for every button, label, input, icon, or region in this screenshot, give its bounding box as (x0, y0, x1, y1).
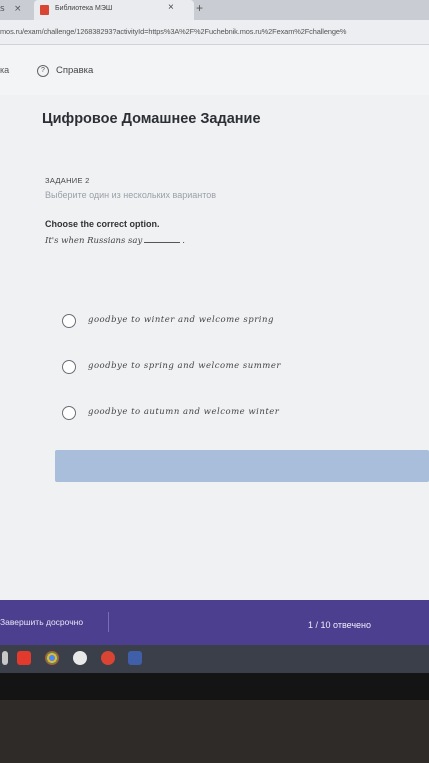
page-content: ка ? Справка Цифровое Домашнее Задание З… (0, 45, 429, 600)
url-text[interactable]: mos.ru/exam/challenge/126838293?activity… (0, 27, 346, 36)
tab-title: Библиотека МЭШ (55, 5, 113, 12)
option-label[interactable]: goodbye to spring and welcome summer (88, 361, 281, 371)
answer-option-2[interactable]: goodbye to spring and welcome summer (62, 359, 362, 375)
help-link[interactable]: Справка (56, 65, 93, 76)
screen-photo: s × Библиотека МЭШ × + mos.ru/exam/chall… (0, 0, 429, 763)
browser-tab-bar: s × Библиотека МЭШ × + (0, 0, 429, 20)
active-tab[interactable]: Библиотека МЭШ × (34, 0, 194, 20)
taskbar-edge-icon[interactable] (2, 651, 8, 665)
yandex-app-icon[interactable] (73, 651, 87, 665)
new-tab-icon[interactable]: + (196, 1, 203, 15)
previous-tab-fragment: s (0, 4, 5, 14)
answer-option-3[interactable]: goodbye to autumn and welcome winter (62, 405, 362, 421)
monitor-frame (0, 700, 429, 763)
question-text: It's when Russians say. (45, 234, 185, 246)
tab-close-icon[interactable]: × (168, 2, 174, 13)
radio-button[interactable] (62, 360, 76, 374)
answer-option-1[interactable]: goodbye to winter and welcome spring (62, 313, 362, 329)
radio-button[interactable] (62, 314, 76, 328)
task-label: ЗАДАНИЕ 2 (45, 176, 90, 185)
question-end: . (182, 236, 185, 246)
footer-divider (108, 612, 109, 632)
top-navigation: ка ? Справка (0, 45, 429, 95)
answer-blank (144, 234, 181, 243)
radio-button[interactable] (62, 406, 76, 420)
finish-early-button[interactable]: Завершить досрочно (0, 617, 83, 627)
yandex-browser-icon[interactable] (17, 651, 31, 665)
previous-tab[interactable]: s × (0, 4, 22, 14)
page-title: Цифровое Домашнее Задание (42, 111, 261, 127)
progress-counter: 1 / 10 отвечено (308, 620, 372, 630)
answer-submit-button[interactable] (55, 450, 429, 482)
previous-tab-close-icon[interactable]: × (14, 4, 22, 14)
option-label[interactable]: goodbye to winter and welcome spring (88, 315, 274, 325)
document-app-icon[interactable] (128, 651, 142, 665)
task-hint: Выберите один из нескольких вариантов (45, 190, 217, 200)
chrome-icon[interactable] (45, 651, 59, 665)
option-label[interactable]: goodbye to autumn and welcome winter (88, 407, 279, 417)
os-taskbar (0, 645, 429, 673)
favicon-icon (40, 5, 49, 15)
nav-item-fragment[interactable]: ка (0, 65, 9, 75)
question-instruction: Choose the correct option. (45, 219, 160, 229)
help-icon[interactable]: ? (37, 65, 49, 77)
opera-icon[interactable] (101, 651, 115, 665)
question-stem: It's when Russians say (45, 236, 143, 246)
address-bar[interactable]: mos.ru/exam/challenge/126838293?activity… (0, 20, 429, 45)
